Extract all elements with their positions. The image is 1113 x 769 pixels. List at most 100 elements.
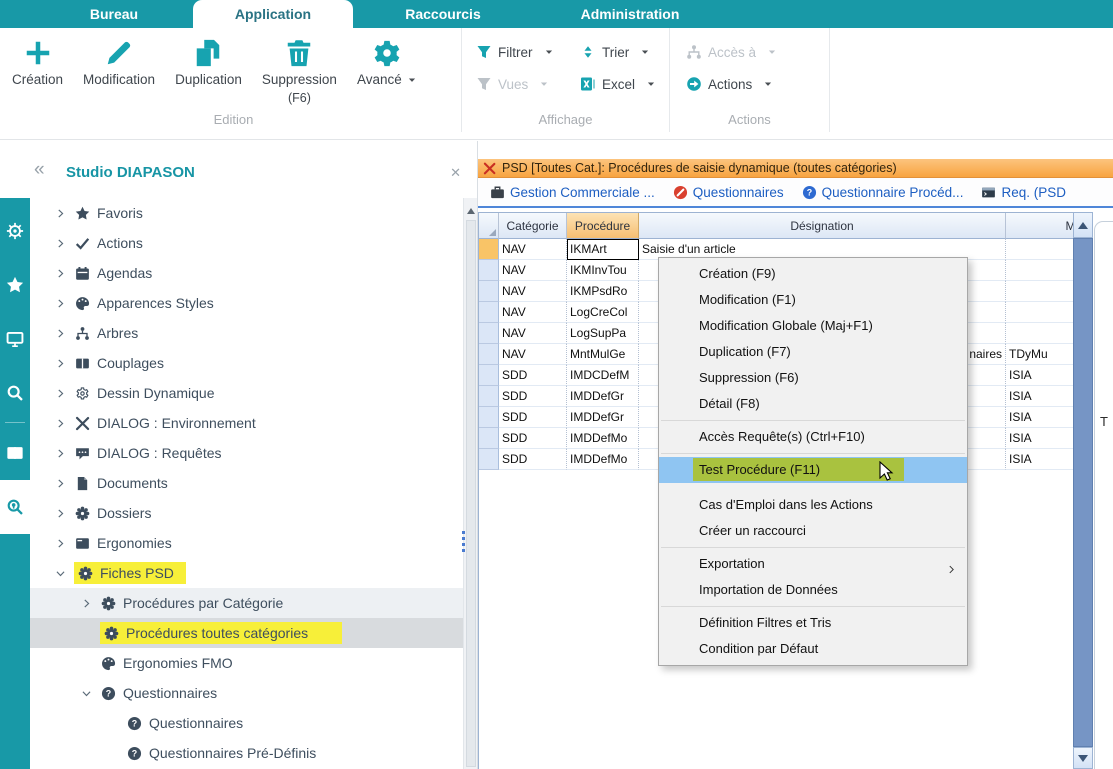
sidebar-item-dessin-dynamique[interactable]: Dessin Dynamique	[30, 378, 463, 408]
grid-vertical-scrollbar[interactable]	[1073, 212, 1093, 769]
rail-item-helm[interactable]	[0, 204, 30, 258]
sidebar-item-questionnaires[interactable]: ?Questionnaires	[30, 708, 463, 738]
toolbar-button-avance[interactable]: Avancé	[357, 38, 417, 105]
toolbar-button-excel[interactable]: Excel	[580, 76, 684, 92]
cell-mot[interactable]	[1006, 260, 1074, 281]
toolbar-button-trier[interactable]: Trier	[580, 44, 684, 60]
cell-procedure[interactable]: IKMInvTou	[567, 260, 639, 281]
chevron-right-icon[interactable]	[52, 445, 68, 461]
sidebar-item-dossiers[interactable]: Dossiers	[30, 498, 463, 528]
menu-item-exportation[interactable]: Exportation	[659, 551, 967, 577]
cell-categorie[interactable]: NAV	[499, 260, 567, 281]
menu-item-modification-globale-maj-f1[interactable]: Modification Globale (Maj+F1)	[659, 313, 967, 339]
cell-procedure[interactable]: IMDDefGr	[567, 386, 639, 407]
menu-item-condition-par-defaut[interactable]: Condition par Défaut	[659, 636, 967, 662]
sidebar-item-actions[interactable]: Actions	[30, 228, 463, 258]
splitter-handle[interactable]	[462, 531, 465, 552]
chevron-right-icon[interactable]	[52, 325, 68, 341]
row-marker[interactable]	[479, 281, 499, 302]
toolbar-button-suppression[interactable]: Suppression(F6)	[262, 38, 337, 105]
column-header-mot[interactable]: Mot	[1006, 213, 1074, 239]
row-marker[interactable]	[479, 428, 499, 449]
cell-categorie[interactable]: NAV	[499, 344, 567, 365]
menu-item-duplication-f7[interactable]: Duplication (F7)	[659, 339, 967, 365]
sidebar-item-procedures-par-categorie[interactable]: Procédures par Catégorie	[30, 588, 463, 618]
chevron-right-icon[interactable]	[52, 505, 68, 521]
sidebar-item-arbres[interactable]: Arbres	[30, 318, 463, 348]
menu-item-modification-f1[interactable]: Modification (F1)	[659, 287, 967, 313]
sidebar-item-apparences-styles[interactable]: Apparences Styles	[30, 288, 463, 318]
cell-mot[interactable]	[1006, 323, 1074, 344]
menu-item-creer-un-raccourci[interactable]: Créer un raccourci	[659, 518, 967, 544]
row-marker[interactable]	[479, 344, 499, 365]
chevron-right-icon[interactable]	[52, 535, 68, 551]
row-marker[interactable]	[479, 302, 499, 323]
cell-procedure[interactable]: LogCreCol	[567, 302, 639, 323]
column-header-categorie[interactable]: Catégorie	[499, 213, 567, 239]
toolbar-button-modification[interactable]: Modification	[83, 38, 155, 105]
menu-item-detail-f8[interactable]: Détail (F8)	[659, 391, 967, 417]
menu-item-test-procedure-f11[interactable]: Test Procédure (F11)	[659, 457, 967, 483]
sidebar-item-ergonomies[interactable]: Ergonomies	[30, 528, 463, 558]
menu-item-importation-de-donnees[interactable]: Importation de Données	[659, 577, 967, 603]
menu-item-acces-requete-s-ctrl-f10[interactable]: Accès Requête(s) (Ctrl+F10)	[659, 424, 967, 450]
chevron-right-icon[interactable]	[52, 355, 68, 371]
sidebar-item-agendas[interactable]: Agendas	[30, 258, 463, 288]
toolbar-button-actions[interactable]: Actions	[686, 76, 826, 92]
cell-categorie[interactable]: SDD	[499, 386, 567, 407]
chevron-right-icon[interactable]	[52, 295, 68, 311]
window-tab-req-psd[interactable]: Req. (PSD	[981, 185, 1066, 200]
toolbar-button-acces-a[interactable]: Accès à	[686, 44, 826, 60]
rail-item-columns[interactable]	[0, 426, 30, 480]
cell-procedure[interactable]: LogSupPa	[567, 323, 639, 344]
cell-mot[interactable]	[1006, 239, 1074, 260]
cell-mot[interactable]: TDyMu	[1006, 344, 1074, 365]
chevron-right-icon[interactable]	[52, 385, 68, 401]
ribbon-tab-application[interactable]: Application	[193, 0, 353, 28]
sidebar-close-icon[interactable]: ✕	[450, 165, 461, 181]
toolbar-button-filtrer[interactable]: Filtrer	[476, 44, 580, 60]
cell-categorie[interactable]: SDD	[499, 428, 567, 449]
chevron-right-icon[interactable]	[52, 235, 68, 251]
cell-procedure[interactable]: IMDDefMo	[567, 449, 639, 470]
cell-categorie[interactable]: NAV	[499, 281, 567, 302]
sidebar-item-ergonomies-fmo[interactable]: Ergonomies FMO	[30, 648, 463, 678]
chevron-right-icon[interactable]	[52, 265, 68, 281]
sidebar-item-procedures-toutes-categories[interactable]: Procédures toutes catégories	[30, 618, 463, 648]
sidebar-item-couplages[interactable]: Couplages	[30, 348, 463, 378]
chevron-right-icon[interactable]	[52, 415, 68, 431]
rail-item-search-pin[interactable]	[0, 480, 30, 534]
menu-item-creation-f9[interactable]: Création (F9)	[659, 261, 967, 287]
rail-item-monitor[interactable]	[0, 312, 30, 366]
sidebar-item-questionnaires-pre-definis[interactable]: ?Questionnaires Pré-Définis	[30, 738, 463, 768]
cell-mot[interactable]	[1006, 302, 1074, 323]
window-tab-questionnaire-proced[interactable]: ?Questionnaire Procéd...	[802, 185, 964, 200]
cell-mot[interactable]: ISIA	[1006, 449, 1074, 470]
menu-item-definition-filtres-et-tris[interactable]: Définition Filtres et Tris	[659, 610, 967, 636]
sidebar-item-dialog-environnement[interactable]: DIALOG : Environnement	[30, 408, 463, 438]
cell-mot[interactable]: ISIA	[1006, 407, 1074, 428]
cell-categorie[interactable]: NAV	[499, 323, 567, 344]
scrollbar-down-button[interactable]	[1073, 747, 1093, 769]
ribbon-tab-administration[interactable]: Administration	[543, 0, 717, 28]
cell-procedure[interactable]: IMDDefGr	[567, 407, 639, 428]
cell-mot[interactable]: ISIA	[1006, 386, 1074, 407]
cell-procedure[interactable]: IMDDefMo	[567, 428, 639, 449]
scroll-up-icon[interactable]	[467, 208, 475, 214]
cell-categorie[interactable]: SDD	[499, 407, 567, 428]
chevron-right-icon[interactable]	[78, 595, 94, 611]
sidebar-collapse-icon[interactable]: «	[34, 159, 45, 181]
cell-categorie[interactable]: SDD	[499, 365, 567, 386]
ribbon-tab-raccourcis[interactable]: Raccourcis	[380, 0, 506, 28]
sidebar-item-questionnaires[interactable]: ?Questionnaires	[30, 678, 463, 708]
column-header-procedure[interactable]: Procédure	[567, 213, 639, 239]
chevron-down-icon[interactable]	[52, 565, 68, 581]
cell-categorie[interactable]: NAV	[499, 239, 567, 260]
cell-mot[interactable]: ISIA	[1006, 428, 1074, 449]
cell-mot[interactable]	[1006, 281, 1074, 302]
ribbon-tab-bureau[interactable]: Bureau	[58, 0, 170, 28]
column-header-designation[interactable]: Désignation	[639, 213, 1006, 239]
cell-procedure[interactable]: IKMPsdRo	[567, 281, 639, 302]
sidebar-item-favoris[interactable]: Favoris	[30, 198, 463, 228]
cell-categorie[interactable]: SDD	[499, 449, 567, 470]
